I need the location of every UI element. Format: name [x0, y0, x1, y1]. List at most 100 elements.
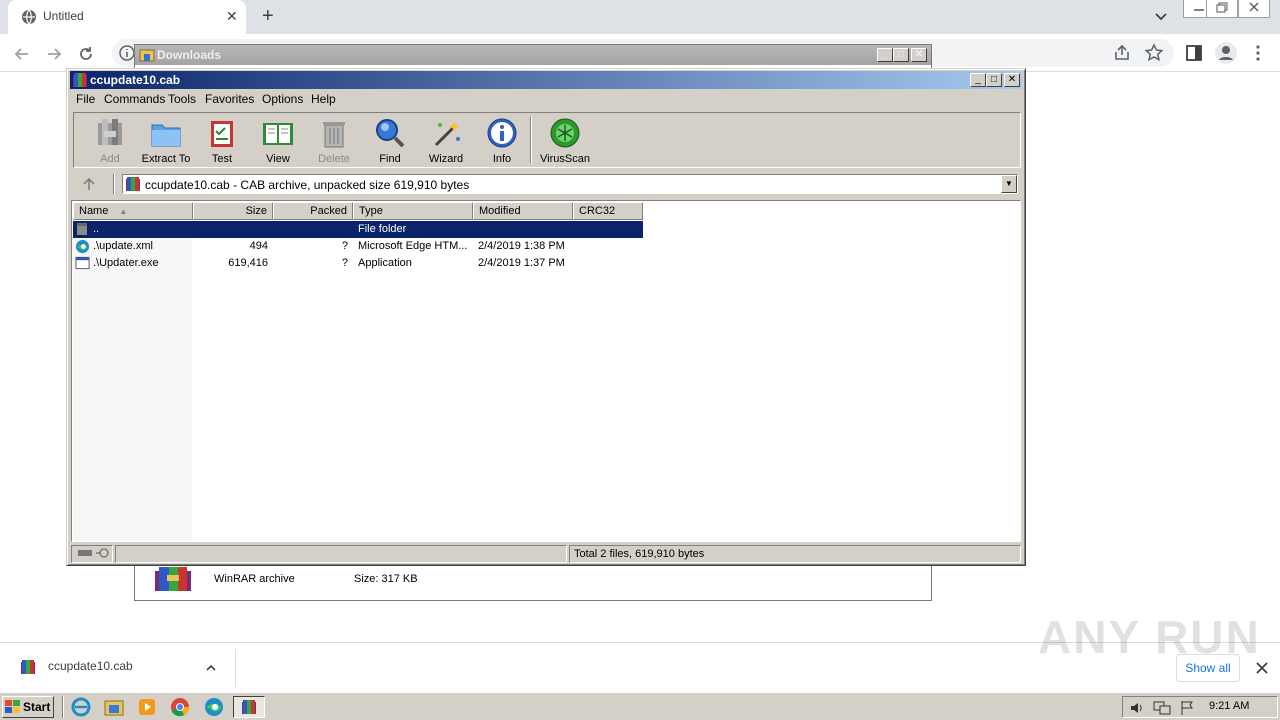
download-item[interactable]: ccupdate10.cab: [0, 643, 236, 693]
restore-icon: [1216, 2, 1228, 13]
add-icon: [98, 119, 122, 145]
winrar-archive-icon: [155, 567, 191, 591]
action-center-flag-icon[interactable]: [1179, 700, 1195, 716]
address-row: ccupdate10.cab - CAB archive, unpacked s…: [73, 172, 1021, 196]
cell-name: .\update.xml: [93, 240, 153, 252]
menu-options[interactable]: Options: [262, 92, 303, 106]
start-button[interactable]: Start: [2, 696, 54, 718]
winrar-maximize-button[interactable]: □: [986, 73, 1002, 87]
winrar-taskbar-button[interactable]: [233, 696, 265, 718]
menu-kebab-icon[interactable]: [1248, 43, 1268, 63]
windows-logo-icon: [5, 700, 20, 713]
profile-avatar-icon[interactable]: [1214, 41, 1238, 65]
cell-packed: ?: [341, 257, 348, 269]
table-row[interactable]: .\Updater.exe 619,416 ? Application 2/4/…: [73, 255, 1019, 272]
new-tab-button[interactable]: +: [262, 5, 274, 28]
chevron-up-icon[interactable]: [204, 661, 218, 675]
cell-type: Application: [358, 257, 412, 269]
shelf-divider: [235, 649, 236, 687]
network-icon[interactable]: [1153, 700, 1171, 716]
status-drive-panel[interactable]: [71, 545, 113, 563]
tab-untitled[interactable]: Untitled ✕: [8, 0, 246, 34]
chevron-down-icon[interactable]: [1152, 7, 1170, 25]
reload-icon[interactable]: [76, 44, 96, 64]
up-arrow-icon[interactable]: [81, 176, 97, 192]
menu-commands[interactable]: Commands: [104, 92, 165, 106]
archive-path-field[interactable]: ccupdate10.cab - CAB archive, unpacked s…: [122, 174, 1018, 194]
downloads-maximize-button[interactable]: □: [893, 48, 909, 62]
column-header-packed[interactable]: Packed: [273, 202, 353, 220]
taskbar: Start 9:21 AM: [0, 692, 1280, 720]
tab-strip: Untitled ✕ +: [0, 0, 1280, 34]
winrar-toolbar: Add Extract To Test View Delete Find Wiz…: [73, 112, 1021, 168]
winrar-title: ccupdate10.cab: [90, 73, 181, 87]
table-row[interactable]: .. File folder: [73, 221, 643, 238]
address-separator: [113, 174, 115, 194]
extract-folder-icon: [151, 124, 181, 147]
bookmark-star-icon[interactable]: [1144, 43, 1164, 63]
taskbar-separator: [62, 696, 64, 718]
winrar-window: ccupdate10.cab _ □ ✕ File Commands Tools…: [66, 68, 1026, 566]
winrar-file-icon: [21, 660, 35, 674]
virusscan-label: VirusScan: [540, 153, 590, 165]
file-list: Name ▲ Size Packed Type Modified CRC32 .…: [71, 200, 1021, 542]
edge-icon[interactable]: [203, 697, 225, 717]
info-button[interactable]: Info: [474, 113, 530, 167]
column-header-modified[interactable]: Modified: [473, 202, 573, 220]
download-file-size: Size: 317 KB: [354, 573, 418, 585]
menu-favorites[interactable]: Favorites: [205, 92, 254, 106]
media-player-icon[interactable]: [136, 697, 158, 717]
cell-size: 494: [249, 240, 268, 252]
internet-explorer-icon[interactable]: [70, 697, 92, 717]
forward-arrow-icon[interactable]: [44, 44, 64, 64]
downloads-titlebar[interactable]: Downloads _ □ ✕: [135, 45, 931, 65]
download-file-name: ccupdate10.cab: [48, 659, 133, 673]
clock[interactable]: 9:21 AM: [1209, 700, 1249, 712]
column-header-crc32[interactable]: CRC32: [573, 202, 643, 220]
virusscan-button[interactable]: VirusScan: [537, 113, 593, 167]
start-label: Start: [23, 700, 51, 714]
downloads-close-button[interactable]: ✕: [911, 48, 927, 62]
menu-file[interactable]: File: [76, 92, 95, 106]
cell-name: .\Updater.exe: [93, 257, 159, 269]
column-header-type[interactable]: Type: [353, 202, 473, 220]
cell-modified: 2/4/2019 1:37 PM: [478, 257, 565, 269]
cell-type: Microsoft Edge HTM...: [358, 240, 468, 252]
side-panel-icon[interactable]: [1184, 43, 1204, 63]
winrar-minimize-button[interactable]: _: [970, 73, 986, 87]
parent-folder-icon: [77, 223, 87, 235]
volume-icon[interactable]: [1129, 700, 1145, 716]
archive-icon: [126, 177, 140, 191]
cell-size: 619,416: [228, 257, 268, 269]
column-header-name[interactable]: Name ▲: [73, 202, 193, 220]
menu-tools[interactable]: Tools: [168, 92, 196, 106]
close-window-button[interactable]: [1238, 0, 1270, 18]
chrome-icon[interactable]: [169, 697, 191, 717]
winrar-titlebar[interactable]: ccupdate10.cab _ □ ✕: [70, 71, 1022, 89]
column-header-name-label: Name: [79, 205, 109, 217]
view-book-icon: [263, 123, 293, 145]
column-header-size[interactable]: Size: [193, 202, 273, 220]
anyrun-watermark: ANY RUN: [1038, 611, 1261, 663]
sort-ascending-icon: ▲: [119, 207, 128, 216]
system-tray: 9:21 AM: [1122, 696, 1278, 718]
share-icon[interactable]: [1112, 43, 1132, 63]
drive-key-icon: [78, 548, 109, 558]
winrar-menubar: File Commands Tools Favorites Options He…: [70, 89, 1022, 109]
download-file-type: WinRAR archive: [214, 573, 295, 585]
tab-title: Untitled: [43, 9, 84, 23]
winrar-app-icon: [73, 73, 87, 87]
back-arrow-icon[interactable]: [12, 44, 32, 64]
path-dropdown-button[interactable]: ▼: [1001, 175, 1017, 193]
menu-help[interactable]: Help: [311, 92, 336, 106]
winrar-close-button[interactable]: ✕: [1004, 73, 1020, 87]
cell-type: File folder: [358, 223, 407, 235]
folder-icon: [139, 49, 155, 62]
table-row[interactable]: .\update.xml 494 ? Microsoft Edge HTM...…: [73, 238, 1019, 255]
downloads-minimize-button[interactable]: _: [877, 48, 893, 62]
status-selection-panel: [115, 545, 567, 563]
restore-button[interactable]: [1206, 0, 1238, 18]
info-icon: [487, 118, 517, 148]
tab-close-icon[interactable]: ✕: [226, 8, 238, 25]
file-explorer-icon[interactable]: [103, 697, 125, 717]
